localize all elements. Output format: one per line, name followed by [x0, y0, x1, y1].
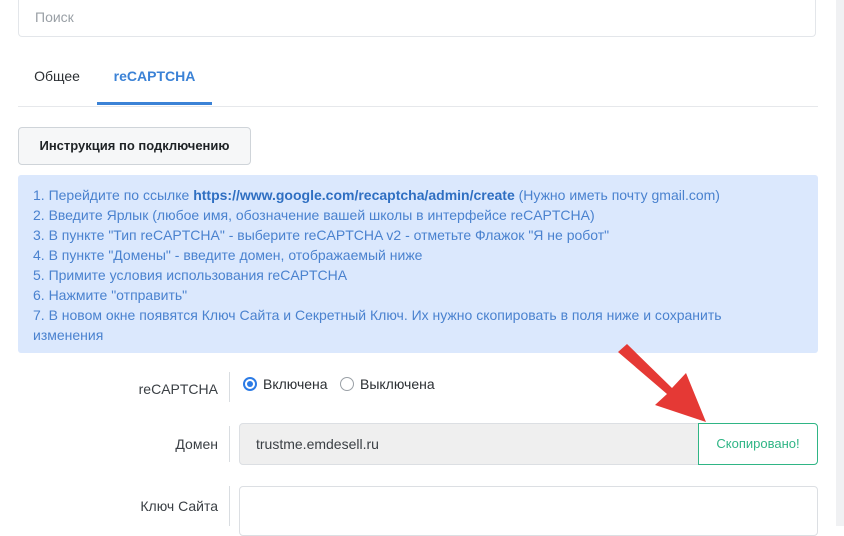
radio-disabled[interactable]: Выключена: [340, 376, 435, 392]
radio-unchecked-icon: [340, 377, 354, 391]
tab-bar: Общее reCAPTCHA: [18, 58, 818, 107]
instruction-line-2: 2. Введите Ярлык (любое имя, обозначение…: [33, 207, 595, 223]
sitekey-label: Ключ Сайта: [140, 498, 218, 514]
instruction-line-7: 7. В новом окне появятся Ключ Сайта и Се…: [33, 307, 722, 323]
instruction-line-5: 5. Примите условия использования reCAPTC…: [33, 267, 348, 283]
arrow-annotation-icon: [618, 344, 706, 422]
tab-recaptcha[interactable]: reCAPTCHA: [97, 58, 212, 105]
radio-checked-icon: [243, 377, 257, 391]
instruction-line-1: 1. Перейдите по ссылке https://www.googl…: [33, 187, 720, 203]
divider: [229, 426, 230, 462]
instruction-line-6: 6. Нажмите "отправить": [33, 287, 188, 303]
scrollbar[interactable]: [836, 0, 844, 526]
search-input[interactable]: Поиск: [18, 0, 816, 37]
divider: [229, 486, 230, 526]
radio-enabled[interactable]: Включена: [243, 376, 328, 392]
recaptcha-label: reCAPTCHA: [138, 381, 218, 397]
instruction-line-4: 4. В пункте "Домены" - введите домен, от…: [33, 247, 423, 263]
domain-label: Домен: [175, 436, 218, 452]
instruction-line-3: 3. В пункте "Тип reCAPTCHA" - выберите r…: [33, 227, 610, 243]
instruction-button[interactable]: Инструкция по подключению: [18, 127, 251, 165]
divider: [229, 372, 230, 402]
sitekey-input[interactable]: [239, 486, 818, 536]
tab-general[interactable]: Общее: [18, 58, 96, 105]
recaptcha-admin-link[interactable]: https://www.google.com/recaptcha/admin/c…: [193, 187, 515, 203]
instructions-panel: 1. Перейдите по ссылке https://www.googl…: [18, 175, 818, 353]
